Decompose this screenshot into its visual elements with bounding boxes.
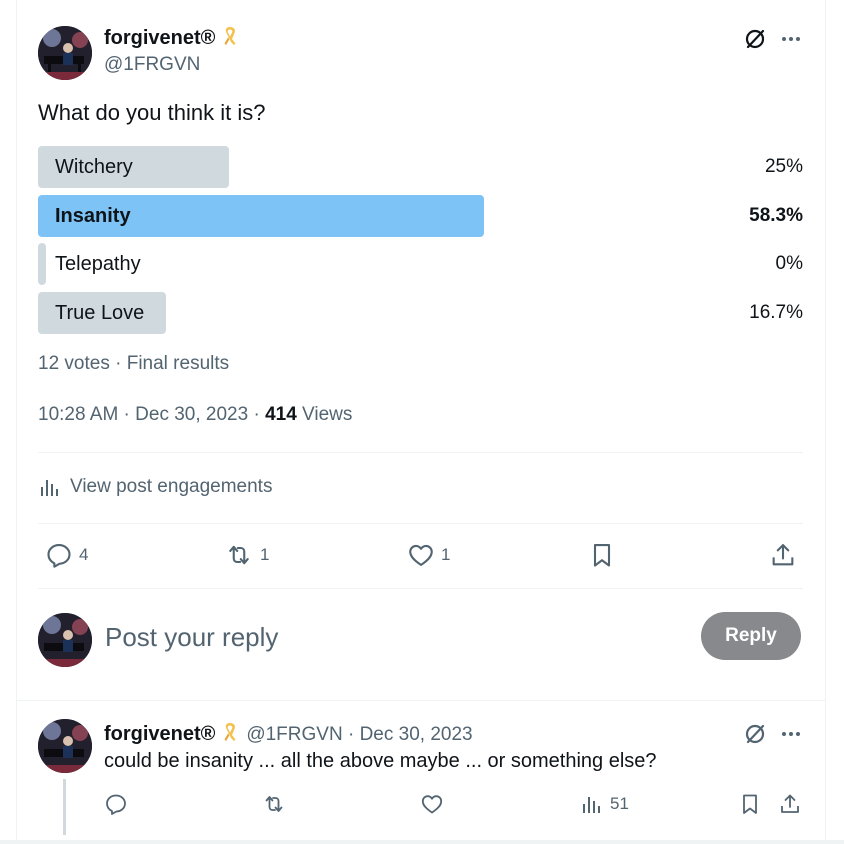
like-count: 1 [441,545,451,564]
view-engagements-link[interactable]: View post engagements [38,475,272,499]
share-action[interactable] [769,541,797,569]
poll-option-label: Telepathy [55,253,141,275]
poll-option-label: Witchery [55,156,133,178]
reply-date[interactable]: · Dec 30, 2023 [343,724,473,745]
share-icon [781,794,799,813]
view-engagements-label: View post engagements [70,476,273,497]
views-count: 414 [265,404,297,425]
repost-action[interactable]: 1 [224,541,269,569]
like-action[interactable]: 1 [407,541,450,569]
poll-option-percent: 25% [764,156,803,177]
reply-action[interactable]: 4 [45,541,88,569]
reply-like-action[interactable] [420,792,444,816]
repost-icon [229,545,249,565]
repost-count: 1 [260,545,270,564]
section-divider [17,700,825,701]
author-avatar[interactable] [38,26,92,80]
poll-bar-telepathy [38,243,46,285]
poll-option-percent: 16.7% [749,302,803,323]
post-timestamp[interactable]: 10:28 AM · Dec 30, 2023 · [38,404,265,425]
bookmark-icon [593,544,611,567]
reply-input[interactable]: Post your reply [105,622,278,653]
reply-button[interactable]: Reply [701,612,801,660]
reply-views-count: 51 [610,794,629,813]
divider [38,523,803,524]
author-handle[interactable]: @1FRGVN [104,54,200,76]
poll: Witchery 25% Insanity 58.3% Telepathy 0%… [38,146,803,336]
reply-header: forgivenet® @1FRGVN · Dec 30, 2023 [104,721,473,746]
more-icon[interactable] [776,719,806,749]
poll-option-label: True Love [55,302,145,324]
grok-slash-icon[interactable] [740,719,770,749]
reply-author-handle[interactable]: @1FRGVN [246,724,342,745]
repost-icon [265,796,283,812]
poll-option-percent: 0% [775,253,803,274]
reply-repost-action[interactable] [261,792,287,816]
author-name-row[interactable]: forgivenet® [104,25,238,50]
reply-bookmark-action[interactable] [738,792,762,816]
reply-share-action[interactable] [778,792,802,816]
ribbon-icon [222,25,238,47]
reply-count: 4 [79,545,89,564]
poll-summary: 12 votes · Final results [38,353,230,374]
post-meta: 10:28 AM · Dec 30, 2023 · 414 Views [38,404,352,426]
ribbon-icon [222,721,238,743]
poll-option-label: Insanity [55,205,131,227]
reply-author-avatar[interactable] [38,719,92,773]
grok-slash-icon[interactable] [740,24,770,54]
divider [38,588,803,589]
poll-option-percent: 58.3% [749,205,803,226]
current-user-avatar[interactable] [38,613,92,667]
analytics-icon [41,480,58,496]
reply-author-name[interactable]: forgivenet® [104,723,215,745]
analytics-icon [583,797,600,813]
comment-icon [47,544,71,568]
thread-line [63,779,66,835]
bookmark-icon [743,794,757,814]
views-label: Views [296,404,353,425]
bottom-edge [0,840,844,844]
reply-text: could be insanity ... all the above mayb… [104,750,657,772]
heart-icon [409,544,433,566]
author-name[interactable]: forgivenet® [104,27,215,49]
comment-icon [106,794,126,815]
post-text: What do you think it is? [38,100,266,125]
divider [38,452,803,453]
heart-icon [421,795,443,814]
reply-views-action[interactable]: 51 [580,792,629,816]
reply-reply-action[interactable] [104,792,128,816]
bookmark-action[interactable] [588,541,616,569]
more-icon[interactable] [776,24,806,54]
share-icon [772,544,794,566]
